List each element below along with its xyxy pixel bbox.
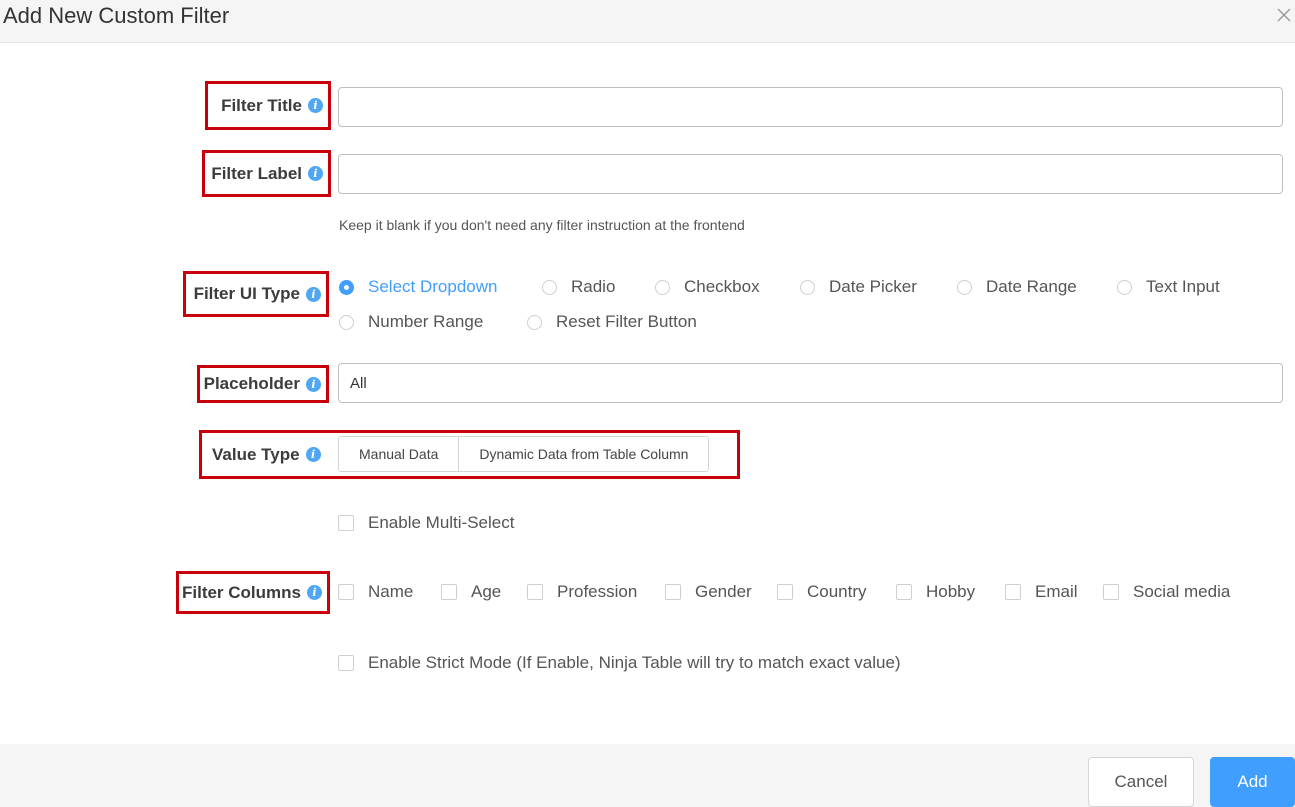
column-checkbox-country[interactable]: Country <box>777 582 867 602</box>
filter-ui-type-label: Filter UI Type i <box>183 271 329 317</box>
radio-icon <box>527 314 542 330</box>
filter-title-label: Filter Title i <box>205 81 331 130</box>
radio-icon <box>1117 279 1132 295</box>
cancel-button[interactable]: Cancel <box>1088 757 1194 807</box>
add-button[interactable]: Add <box>1210 757 1295 807</box>
filter-label-help-text: Keep it blank if you don't need any filt… <box>339 217 745 233</box>
radio-date-picker[interactable]: Date Picker <box>800 277 917 297</box>
checkbox-icon <box>527 584 543 600</box>
checkbox-label: Hobby <box>926 582 976 601</box>
column-checkbox-hobby[interactable]: Hobby <box>896 582 975 602</box>
radio-icon <box>957 279 972 295</box>
checkbox-icon <box>338 584 354 600</box>
radio-label: Checkbox <box>684 277 760 296</box>
column-checkbox-profession[interactable]: Profession <box>527 582 637 602</box>
dialog-title: Add New Custom Filter <box>3 3 230 28</box>
radio-icon <box>542 279 557 295</box>
radio-icon <box>800 279 815 295</box>
checkbox-label: Age <box>471 582 502 601</box>
checkbox-label: Gender <box>695 582 752 601</box>
value-type-label-text: Value Type <box>212 444 300 464</box>
dynamic-data-button[interactable]: Dynamic Data from Table Column <box>458 437 709 471</box>
value-type-toggle: Manual Data Dynamic Data from Table Colu… <box>338 436 710 472</box>
column-checkbox-email[interactable]: Email <box>1005 582 1078 602</box>
radio-checked-icon <box>339 279 354 295</box>
radio-checkbox[interactable]: Checkbox <box>655 277 760 297</box>
checkbox-icon <box>441 584 457 600</box>
dialog-header: Add New Custom Filter <box>0 0 1295 43</box>
radio-label: Number Range <box>368 312 484 331</box>
radio-label: Text Input <box>1146 277 1220 296</box>
radio-radio[interactable]: Radio <box>542 277 615 297</box>
checkbox-label: Country <box>807 582 867 601</box>
info-icon[interactable]: i <box>306 286 321 302</box>
checkbox-label: Email <box>1035 582 1078 601</box>
filter-label-label-text: Filter Label <box>211 163 302 183</box>
manual-data-button[interactable]: Manual Data <box>339 437 459 471</box>
checkbox-icon <box>777 584 793 600</box>
column-checkbox-social-media[interactable]: Social media <box>1103 582 1230 602</box>
filter-label-input[interactable] <box>338 154 1283 194</box>
radio-date-range[interactable]: Date Range <box>957 277 1077 297</box>
column-checkbox-age[interactable]: Age <box>441 582 501 602</box>
close-icon[interactable] <box>1275 6 1293 24</box>
filter-title-input[interactable] <box>338 87 1283 127</box>
radio-label: Date Range <box>986 277 1077 296</box>
info-icon[interactable]: i <box>306 376 321 392</box>
radio-label: Reset Filter Button <box>556 312 697 331</box>
column-checkbox-gender[interactable]: Gender <box>665 582 752 602</box>
checkbox-icon <box>338 515 354 531</box>
info-icon[interactable]: i <box>305 447 321 462</box>
info-icon[interactable]: i <box>308 166 323 181</box>
info-icon[interactable]: i <box>308 98 323 113</box>
radio-text-input[interactable]: Text Input <box>1117 277 1220 297</box>
radio-label: Select Dropdown <box>368 277 498 296</box>
radio-reset-filter-button[interactable]: Reset Filter Button <box>527 312 697 332</box>
placeholder-label-text: Placeholder <box>203 374 300 393</box>
column-checkbox-name[interactable]: Name <box>338 582 413 602</box>
radio-icon <box>339 314 354 330</box>
checkbox-label: Enable Strict Mode (If Enable, Ninja Tab… <box>368 653 901 672</box>
radio-icon <box>655 279 670 295</box>
checkbox-icon <box>896 584 912 600</box>
checkbox-label: Name <box>368 582 414 601</box>
checkbox-label: Social media <box>1133 582 1231 601</box>
checkbox-icon <box>1005 584 1021 600</box>
radio-select-dropdown[interactable]: Select Dropdown <box>339 277 497 297</box>
checkbox-icon <box>338 655 354 671</box>
radio-label: Radio <box>571 277 616 296</box>
strict-mode-checkbox[interactable]: Enable Strict Mode (If Enable, Ninja Tab… <box>338 653 901 673</box>
placeholder-label: Placeholder i <box>197 365 329 403</box>
info-icon[interactable]: i <box>307 585 322 600</box>
filter-ui-type-label-text: Filter UI Type <box>193 284 300 303</box>
checkbox-icon <box>1103 584 1119 600</box>
filter-label-label: Filter Label i <box>202 150 331 197</box>
filter-title-label-text: Filter Title <box>221 95 302 115</box>
checkbox-label: Enable Multi-Select <box>368 513 515 532</box>
filter-columns-label: Filter Columns i <box>176 571 330 614</box>
placeholder-input[interactable] <box>338 363 1283 403</box>
radio-number-range[interactable]: Number Range <box>339 312 483 332</box>
filter-columns-label-text: Filter Columns <box>181 582 301 602</box>
multi-select-checkbox[interactable]: Enable Multi-Select <box>338 513 514 533</box>
checkbox-icon <box>665 584 681 600</box>
checkbox-label: Profession <box>557 582 638 601</box>
radio-label: Date Picker <box>829 277 917 296</box>
